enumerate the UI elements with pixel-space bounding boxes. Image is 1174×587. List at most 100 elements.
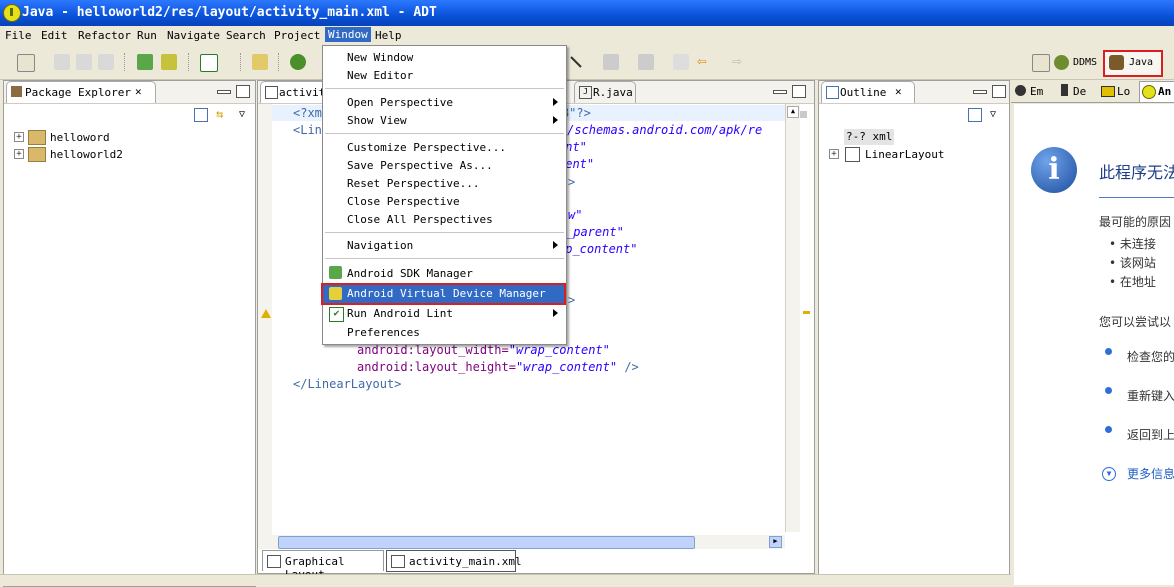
menu-item-preferences[interactable]: Preferences bbox=[347, 326, 420, 342]
tab-graphical-layout[interactable]: Graphical Layout bbox=[262, 550, 384, 581]
avd-manager-icon[interactable] bbox=[161, 54, 177, 70]
save-icon[interactable] bbox=[54, 54, 70, 70]
expand-icon[interactable]: + bbox=[829, 149, 839, 159]
editor-horizontal-scrollbar[interactable]: ▶ bbox=[272, 535, 785, 549]
prev-annotation-icon[interactable] bbox=[603, 54, 619, 70]
lint-icon[interactable] bbox=[200, 54, 218, 72]
perspective-java[interactable]: Java bbox=[1103, 50, 1163, 77]
action-item[interactable]: 重新键入 bbox=[1127, 387, 1174, 404]
next-annotation-icon[interactable] bbox=[638, 54, 654, 70]
code-line[interactable]: > bbox=[568, 175, 575, 189]
save-all-icon[interactable] bbox=[76, 54, 92, 70]
warning-icon bbox=[261, 309, 271, 318]
menu-project[interactable]: Project bbox=[274, 29, 320, 42]
menu-item-navigation[interactable]: Navigation bbox=[347, 239, 413, 255]
scroll-right-icon[interactable]: ▶ bbox=[769, 536, 782, 548]
menu-item-android-virtual-device-manager[interactable]: Android Virtual Device Manager bbox=[347, 287, 546, 303]
java-icon bbox=[1109, 55, 1124, 70]
collapse-all-icon[interactable] bbox=[968, 108, 982, 122]
minimize-icon[interactable] bbox=[217, 90, 231, 94]
tab-android[interactable]: An bbox=[1139, 81, 1174, 102]
submenu-arrow-icon bbox=[553, 116, 558, 124]
scroll-thumb[interactable] bbox=[278, 536, 695, 549]
menu-refactor[interactable]: Refactor bbox=[78, 29, 131, 42]
menu-item-close-all-perspectives[interactable]: Close All Perspectives bbox=[347, 213, 493, 229]
menu-item-open-perspective[interactable]: Open Perspective bbox=[347, 96, 453, 112]
menu-item-reset-perspective[interactable]: Reset Perspective... bbox=[347, 177, 479, 193]
tab-devices[interactable]: De bbox=[1059, 82, 1097, 100]
adt-logo-icon bbox=[3, 4, 21, 22]
code-line[interactable]: > bbox=[568, 293, 575, 307]
menu-help[interactable]: Help bbox=[375, 29, 402, 42]
code-line[interactable]: ap_content" bbox=[558, 242, 637, 256]
bullet-icon bbox=[1105, 426, 1112, 433]
layout-icon bbox=[267, 555, 281, 568]
expand-icon[interactable]: + bbox=[14, 132, 24, 142]
menu-file[interactable]: File bbox=[5, 29, 32, 42]
back-arrow-icon[interactable]: ⇦ bbox=[697, 53, 713, 70]
search-icon[interactable] bbox=[568, 54, 584, 70]
menu-item-customize-perspective[interactable]: Customize Perspective... bbox=[347, 141, 506, 157]
menu-navigate[interactable]: Navigate bbox=[167, 29, 220, 42]
maximize-icon[interactable] bbox=[992, 85, 1006, 98]
title-bar: Java - helloworld2/res/layout/activity_m… bbox=[0, 0, 1174, 26]
new-icon[interactable] bbox=[17, 54, 35, 72]
warning-marker[interactable] bbox=[803, 311, 810, 314]
code-line[interactable]: </LinearLayout> bbox=[293, 377, 401, 391]
tab-emulator-control[interactable]: Em bbox=[1013, 82, 1057, 100]
outline-item-xml[interactable]: ?-? xml bbox=[844, 129, 895, 145]
menu-search[interactable]: Search bbox=[226, 29, 266, 42]
action-item[interactable]: 检查您的 bbox=[1127, 348, 1174, 365]
menu-separator bbox=[325, 88, 564, 89]
forward-arrow-icon[interactable]: ⇨ bbox=[732, 53, 748, 70]
code-line[interactable]: android:layout_height="wrap_content" /> bbox=[357, 360, 639, 374]
tab-logcat[interactable]: Lo bbox=[1099, 82, 1137, 100]
close-icon[interactable]: ✕ bbox=[895, 85, 902, 98]
emulator-icon bbox=[1015, 85, 1026, 96]
last-edit-icon[interactable] bbox=[673, 54, 689, 70]
minimize-icon[interactable] bbox=[773, 90, 787, 94]
tab-activity-main[interactable]: activit bbox=[260, 81, 328, 103]
debug-icon[interactable] bbox=[290, 54, 306, 70]
menu-edit[interactable]: Edit bbox=[41, 29, 68, 42]
sdk-manager-icon[interactable] bbox=[137, 54, 153, 70]
view-menu-icon[interactable]: ▽ bbox=[990, 109, 996, 120]
editor-vertical-scrollbar[interactable]: ▲ bbox=[785, 104, 800, 532]
error-heading: 此程序无法 bbox=[1099, 163, 1174, 182]
open-perspective-icon[interactable] bbox=[1032, 54, 1050, 72]
new-android-project-icon[interactable] bbox=[252, 54, 268, 70]
scroll-up-icon[interactable]: ▲ bbox=[787, 106, 799, 118]
link-editor-icon[interactable]: ⇆ bbox=[216, 108, 230, 120]
tab-outline[interactable]: Outline ✕ bbox=[821, 81, 915, 103]
device-icon bbox=[1061, 84, 1068, 96]
menu-item-save-perspective[interactable]: Save Perspective As... bbox=[347, 159, 493, 175]
menu-item-android-sdk-manager[interactable]: Android SDK Manager bbox=[347, 267, 473, 283]
menu-item-new-window[interactable]: New Window bbox=[347, 51, 413, 67]
main-toolbar: ⇦ ⇨ bbox=[0, 45, 1174, 80]
maximize-icon[interactable] bbox=[236, 85, 250, 98]
menu-item-close-perspective[interactable]: Close Perspective bbox=[347, 195, 460, 211]
perspective-ddms[interactable]: DDMS bbox=[1052, 52, 1102, 74]
java-file-icon: J bbox=[579, 86, 592, 99]
code-line[interactable]: android:layout_width="wrap_content" bbox=[357, 343, 610, 357]
expand-icon[interactable]: + bbox=[14, 149, 24, 159]
expand-more-icon[interactable]: ▼ bbox=[1102, 467, 1116, 481]
collapse-all-icon[interactable] bbox=[194, 108, 208, 122]
menu-run[interactable]: Run bbox=[137, 29, 157, 42]
tab-r-java[interactable]: J R.java bbox=[574, 81, 636, 103]
menu-window[interactable]: Window bbox=[325, 27, 371, 42]
print-icon[interactable] bbox=[98, 54, 114, 70]
close-icon[interactable]: ✕ bbox=[135, 85, 142, 98]
code-line[interactable]: w" bbox=[568, 208, 582, 222]
more-info-link[interactable]: 更多信息 bbox=[1127, 465, 1174, 482]
minimize-icon[interactable] bbox=[973, 90, 987, 94]
maximize-icon[interactable] bbox=[792, 85, 806, 98]
tab-xml-source[interactable]: activity_main.xml bbox=[386, 550, 522, 572]
menu-item-run-android-lint[interactable]: Run Android Lint bbox=[347, 307, 453, 323]
code-line[interactable]: _parent" bbox=[566, 225, 624, 239]
menu-item-new-editor[interactable]: New Editor bbox=[347, 69, 413, 85]
view-menu-icon[interactable]: ▽ bbox=[239, 109, 245, 120]
action-item[interactable]: 返回到上 bbox=[1127, 426, 1174, 443]
tab-package-explorer[interactable]: Package Explorer ✕ bbox=[6, 81, 156, 103]
menu-item-show-view[interactable]: Show View bbox=[347, 114, 407, 130]
